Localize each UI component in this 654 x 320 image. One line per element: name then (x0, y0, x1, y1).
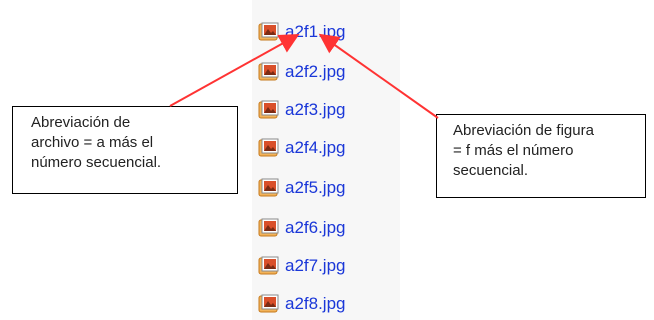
file-name: a2f6.jpg (285, 218, 346, 237)
image-file-icon (258, 99, 280, 121)
file-name: a2f7.jpg (285, 256, 346, 275)
file-name: a2f3.jpg (285, 100, 346, 119)
image-file-icon (258, 61, 280, 83)
callout-line: número secuencial. (31, 154, 162, 171)
file-name: a2f1.jpg (285, 22, 346, 41)
image-file-icon (258, 255, 280, 277)
file-item-a2f5[interactable]: a2f5.jpg (258, 174, 346, 202)
callout-file-abbreviation: Abreviación de archivo = a más el número… (12, 106, 238, 194)
file-item-a2f7[interactable]: a2f7.jpg (258, 252, 346, 280)
file-item-a2f2[interactable]: a2f2.jpg (258, 58, 346, 86)
image-file-icon (258, 293, 280, 315)
file-item-a2f1[interactable]: a2f1.jpg (258, 18, 346, 46)
file-item-a2f8[interactable]: a2f8.jpg (258, 290, 346, 318)
file-item-a2f3[interactable]: a2f3.jpg (258, 96, 346, 124)
callout-line: = f más el número (453, 142, 574, 159)
image-file-icon (258, 137, 280, 159)
callout-figure-abbreviation: Abreviación de figura = f más el número … (436, 114, 646, 198)
callout-line: Abreviación de (31, 114, 131, 131)
file-name: a2f4.jpg (285, 138, 346, 157)
file-name: a2f8.jpg (285, 294, 346, 313)
image-file-icon (258, 177, 280, 199)
image-file-icon (258, 217, 280, 239)
callout-line: secuencial. (453, 162, 529, 179)
image-file-icon (258, 21, 280, 43)
file-name: a2f2.jpg (285, 62, 346, 81)
file-item-a2f4[interactable]: a2f4.jpg (258, 134, 346, 162)
callout-line: Abreviación de figura (453, 122, 594, 139)
callout-line: archivo = a más el (31, 134, 154, 151)
file-item-a2f6[interactable]: a2f6.jpg (258, 214, 346, 242)
file-name: a2f5.jpg (285, 178, 346, 197)
